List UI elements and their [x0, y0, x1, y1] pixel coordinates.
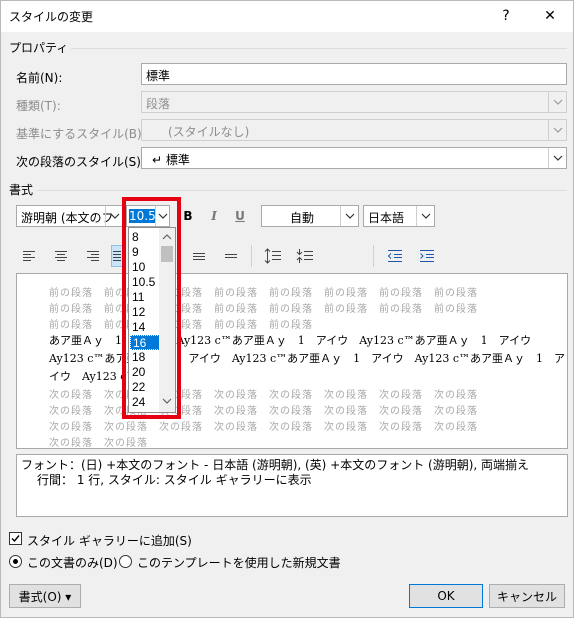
increase-indent-button[interactable]	[415, 245, 439, 267]
line-spacing-increase-icon	[264, 248, 281, 264]
help-button[interactable]: ?	[491, 5, 521, 27]
highlight-box	[122, 197, 181, 419]
description-line: 行間： 1 行, スタイル: スタイル ギャラリーに表示	[37, 473, 312, 487]
dialog-title: スタイルの変更	[9, 10, 94, 24]
chevron-down-icon	[340, 206, 358, 226]
next-style-select-value: ↵ 標準	[152, 153, 190, 167]
paragraph-spacing-button[interactable]	[293, 245, 317, 267]
next-style-label: 次の段落のスタイル(S):	[16, 155, 146, 169]
preview-next-paragraph: 次の段落 次の段落	[49, 438, 148, 449]
preview-previous-paragraph: 前の段落 前の段落 前の段落 前の段落 前の段落 前の段落 前の段落 前の段落	[49, 304, 478, 315]
preview-next-paragraph: 次の段落 次の段落 次の段落 次の段落 次の段落 次の段落 次の段落 次の段落	[49, 422, 478, 433]
title-bar: スタイルの変更 ? ✕	[1, 1, 573, 32]
chevron-down-icon	[548, 148, 566, 168]
only-this-document-label[interactable]: この文書のみ(D)	[27, 554, 118, 571]
style-description: フォント：(日) +本文のフォント - 日本語 (游明朝), (英) +本文のフ…	[16, 454, 568, 517]
next-style-select[interactable]: ↵ 標準	[141, 147, 567, 169]
new-documents-radio[interactable]	[119, 555, 132, 568]
font-color-value: 自動	[289, 211, 314, 225]
properties-group-label: プロパティ	[9, 41, 69, 55]
font-color-select[interactable]: 自動	[261, 205, 359, 227]
only-this-document-radio[interactable]	[9, 555, 22, 568]
chevron-down-icon	[416, 206, 434, 226]
align-distributed-button[interactable]	[187, 245, 211, 267]
line-spacing-single-button[interactable]	[219, 245, 243, 267]
align-left-icon	[23, 251, 35, 261]
format-menu-button[interactable]: 書式(O) ▾	[9, 584, 81, 608]
name-input-value: 標準	[146, 69, 171, 83]
name-label: 名前(N):	[16, 71, 63, 85]
preview-next-paragraph: 次の段落 次の段落 次の段落 次の段落 次の段落 次の段落 次の段落 次の段落	[49, 390, 478, 401]
based-on-select[interactable]: (スタイルなし)	[141, 119, 567, 141]
preview-previous-paragraph: 前の段落 前の段落 前の段落 前の段落 前の段落	[49, 320, 313, 331]
line-spacing-icon	[225, 254, 237, 258]
toolbar-separator	[251, 245, 252, 267]
align-distributed-icon	[193, 253, 205, 260]
add-to-gallery-checkbox[interactable]	[9, 532, 22, 545]
align-right-button[interactable]	[81, 245, 105, 267]
type-select[interactable]: 段落	[141, 91, 567, 113]
align-left-button[interactable]	[17, 245, 41, 267]
font-select-value: 游明朝 (本文のフ	[21, 211, 114, 225]
modify-style-dialog: スタイルの変更 ? ✕ プロパティ 名前(N): 標準 種類(T): 段落 基準…	[0, 0, 574, 618]
format-group-label: 書式	[9, 183, 34, 197]
underline-button[interactable]: U	[229, 205, 251, 227]
properties-divider	[71, 48, 567, 49]
new-documents-label[interactable]: このテンプレートを使用した新規文書	[137, 554, 341, 571]
chevron-down-icon	[548, 120, 566, 140]
toolbar-separator	[373, 245, 374, 267]
chevron-down-icon	[105, 206, 123, 226]
line-spacing-button[interactable]	[261, 245, 285, 267]
font-select[interactable]: 游明朝 (本文のフ	[16, 205, 124, 227]
chevron-down-icon	[548, 92, 566, 112]
based-on-label: 基準にするスタイル(B):	[16, 127, 146, 141]
paragraph-spacing-icon	[296, 249, 313, 263]
cancel-button[interactable]: キャンセル	[489, 584, 565, 608]
align-right-icon	[87, 251, 99, 261]
style-preview: 前の段落 前の段落 前の段落 前の段落 前の段落 前の段落 前の段落 前の段落 …	[16, 273, 568, 449]
type-select-value: 段落	[146, 97, 171, 111]
preview-previous-paragraph: 前の段落 前の段落 前の段落 前の段落 前の段落 前の段落 前の段落 前の段落	[49, 288, 478, 299]
based-on-select-value: (スタイルなし)	[168, 125, 250, 139]
format-divider	[37, 190, 567, 191]
add-to-gallery-label[interactable]: スタイル ギャラリーに追加(S)	[27, 532, 192, 549]
increase-indent-icon	[420, 250, 434, 262]
italic-button[interactable]: I	[203, 205, 225, 227]
description-line: フォント：(日) +本文のフォント - 日本語 (游明朝), (英) +本文のフ…	[21, 458, 530, 472]
checkmark-icon	[11, 535, 20, 543]
align-center-button[interactable]	[49, 245, 73, 267]
name-input[interactable]: 標準	[141, 63, 567, 85]
decrease-indent-icon	[387, 250, 402, 262]
decrease-indent-button[interactable]	[383, 245, 407, 267]
align-center-icon	[55, 251, 67, 261]
language-value: 日本語	[368, 211, 405, 225]
language-select[interactable]: 日本語	[363, 205, 435, 227]
ok-button[interactable]: OK	[409, 584, 483, 608]
close-button[interactable]: ✕	[535, 5, 565, 27]
preview-next-paragraph: 次の段落 次の段落 次の段落 次の段落 次の段落 次の段落 次の段落 次の段落	[49, 406, 478, 417]
align-justify-icon	[113, 251, 121, 261]
type-label: 種類(T):	[16, 99, 61, 113]
